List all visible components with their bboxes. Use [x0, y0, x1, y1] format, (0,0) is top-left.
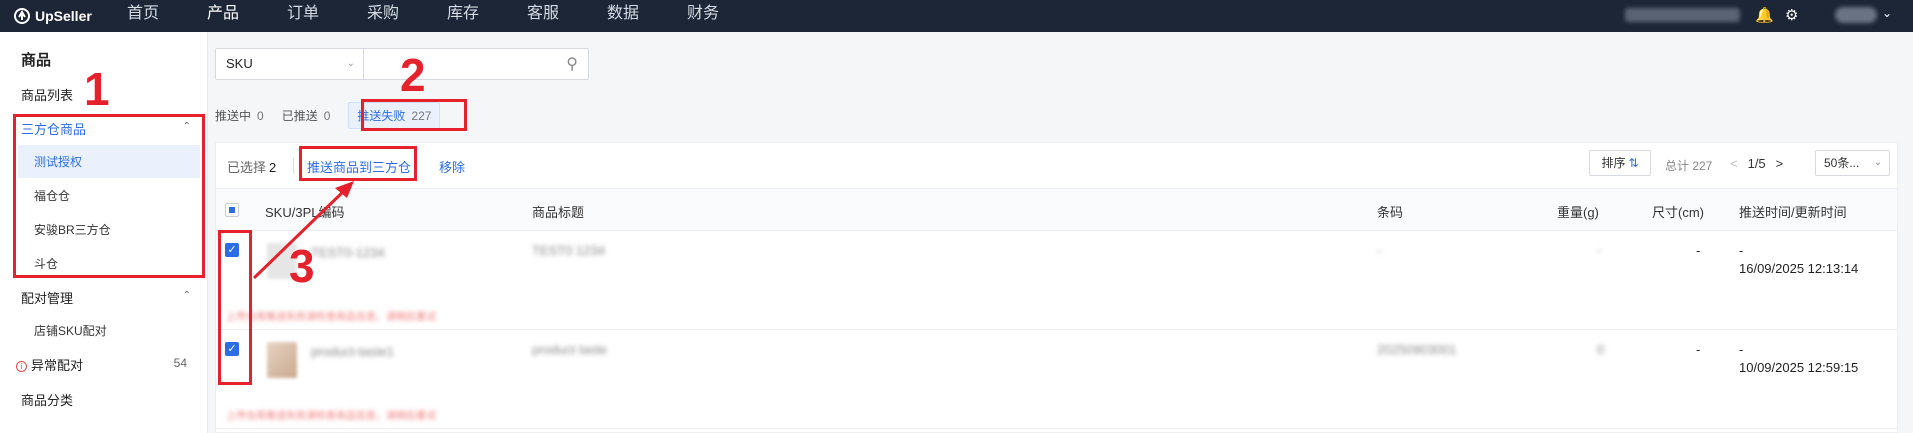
annotation-arrow — [252, 181, 354, 280]
